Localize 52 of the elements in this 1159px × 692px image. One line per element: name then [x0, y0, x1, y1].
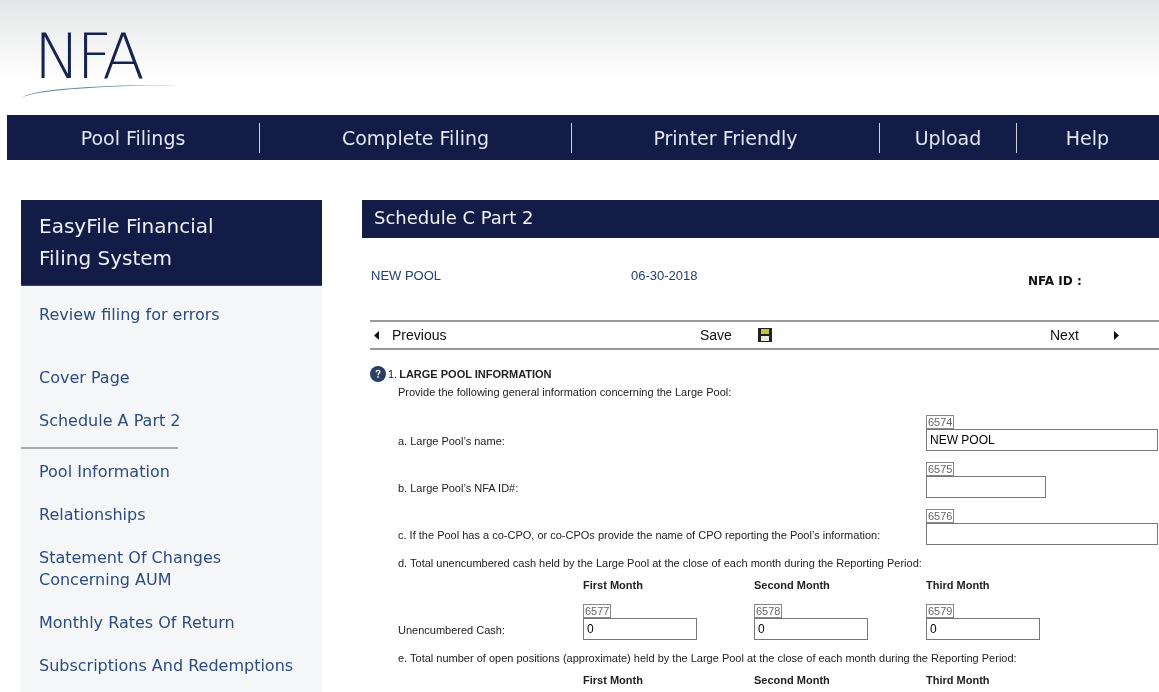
section-title: LARGE POOL INFORMATION [399, 368, 552, 380]
text-field[interactable] [926, 476, 1046, 498]
column-header: Second Month [754, 674, 831, 688]
previous-button[interactable]: Previous [374, 327, 700, 343]
sidebar-link[interactable]: Pool Information [39, 461, 170, 483]
text-field[interactable] [926, 523, 1158, 545]
pool-name: NEW POOL [371, 268, 443, 283]
question-label: a. Large Pool’s name: [398, 435, 506, 449]
sidebar-link[interactable]: Relationships [39, 504, 146, 526]
caret-right-icon [1113, 330, 1119, 340]
field-code: 6574 [926, 415, 955, 429]
question-label: c. If the Pool has a co-CPO, or co-CPOs provide the name of CPO reporting the Pool’s information: [398, 529, 882, 543]
page-title: Schedule C Part 2 [362, 200, 1159, 238]
column-header: First Month [583, 579, 644, 593]
text-field[interactable]: NEW POOL [926, 429, 1158, 451]
sidebar-link[interactable]: Subscriptions And Redemptions [39, 655, 294, 677]
column-header: Third Month [926, 579, 991, 593]
instruction-text: Provide the following general information concerning the Large Pool: [398, 386, 733, 398]
field-code: 6578 [754, 604, 783, 618]
nav-link[interactable]: Upload [914, 126, 982, 149]
filing-date: 06-30-2018 [631, 268, 699, 283]
row-label: Unencumbered Cash: [398, 624, 506, 638]
field-code: 6579 [926, 604, 955, 618]
text-field[interactable]: 0 [754, 618, 868, 640]
sidebar-title: EasyFile Financial Filing System [21, 200, 322, 286]
nav-link[interactable]: Help [1065, 126, 1110, 149]
question-number: 1. [388, 368, 398, 380]
column-header: Third Month [926, 674, 991, 688]
caret-left-icon [374, 330, 379, 340]
nfa-id-label: NFA ID : [1028, 274, 1082, 288]
help-icon[interactable] [370, 366, 386, 382]
sidebar-link[interactable]: Statement Of Changes Concerning AUM [39, 547, 301, 591]
sidebar-link[interactable]: Review filing for errors [39, 304, 220, 326]
nav-link[interactable]: Printer Friendly [653, 126, 798, 149]
nav-link[interactable]: Pool Filings [80, 126, 186, 149]
field-code: 6577 [583, 604, 612, 618]
field-code: 6575 [926, 462, 955, 476]
column-header: Second Month [754, 579, 831, 593]
question-label: b. Large Pool’s NFA ID#: [398, 482, 520, 496]
question-label: d. Total unencumbered cash held by the Large Pool at the close of each month during the Reporting Period: [398, 556, 923, 571]
next-button[interactable]: Next [1050, 327, 1119, 343]
save-button[interactable]: Save [700, 327, 1050, 343]
question-label: e. Total number of open positions (approximate) held by the Large Pool at the close of each month during the Reporting Period: [398, 651, 1018, 666]
column-header: First Month [583, 674, 644, 688]
text-field[interactable]: 0 [583, 618, 697, 640]
sidebar-link[interactable]: Schedule A Part 2 [39, 410, 181, 432]
logo-text: NFA [34, 32, 141, 82]
field-code: 6576 [926, 509, 955, 523]
sidebar-link[interactable]: Monthly Rates Of Return [39, 612, 235, 634]
nav-link[interactable]: Complete Filing [341, 126, 490, 149]
sidebar-link[interactable]: Cover Page [39, 367, 130, 389]
text-field[interactable]: 0 [926, 618, 1040, 640]
